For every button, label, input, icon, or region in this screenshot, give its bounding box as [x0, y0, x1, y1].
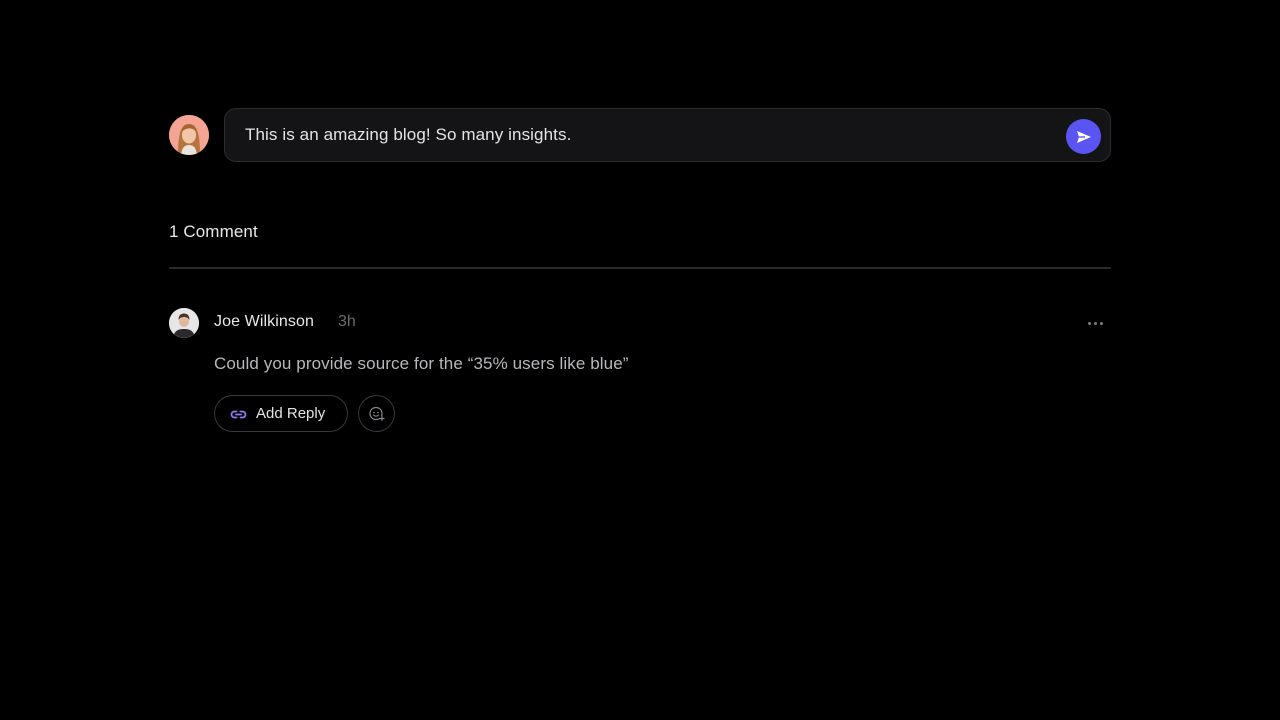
comment-count: 1 Comment — [169, 222, 258, 241]
user-avatar-icon — [169, 115, 209, 155]
comment-input[interactable] — [245, 109, 1045, 161]
comment-text: Could you provide source for the “35% us… — [214, 354, 629, 373]
more-horizontal-icon — [1087, 321, 1091, 325]
user-avatar-icon — [169, 308, 199, 338]
send-button[interactable] — [1066, 119, 1101, 154]
comment-timestamp: 3h — [338, 313, 356, 330]
reply-link-icon — [230, 410, 247, 418]
send-icon — [1076, 130, 1091, 143]
commenter-avatar — [169, 308, 199, 338]
comment-item: Joe Wilkinson 3h Could you provide sourc… — [169, 308, 1111, 438]
divider — [169, 267, 1111, 269]
more-horizontal-icon — [1099, 321, 1103, 325]
more-horizontal-icon — [1093, 321, 1097, 325]
add-emoji-icon — [369, 406, 385, 422]
comment-composer — [169, 108, 1111, 162]
more-options-button[interactable] — [1084, 313, 1106, 333]
add-reply-button[interactable]: Add Reply — [214, 395, 348, 432]
add-reaction-button[interactable] — [358, 395, 395, 432]
comment-input-box — [224, 108, 1111, 162]
current-user-avatar — [169, 115, 209, 155]
add-reply-label: Add Reply — [256, 405, 326, 422]
comment-author[interactable]: Joe Wilkinson — [214, 313, 314, 331]
